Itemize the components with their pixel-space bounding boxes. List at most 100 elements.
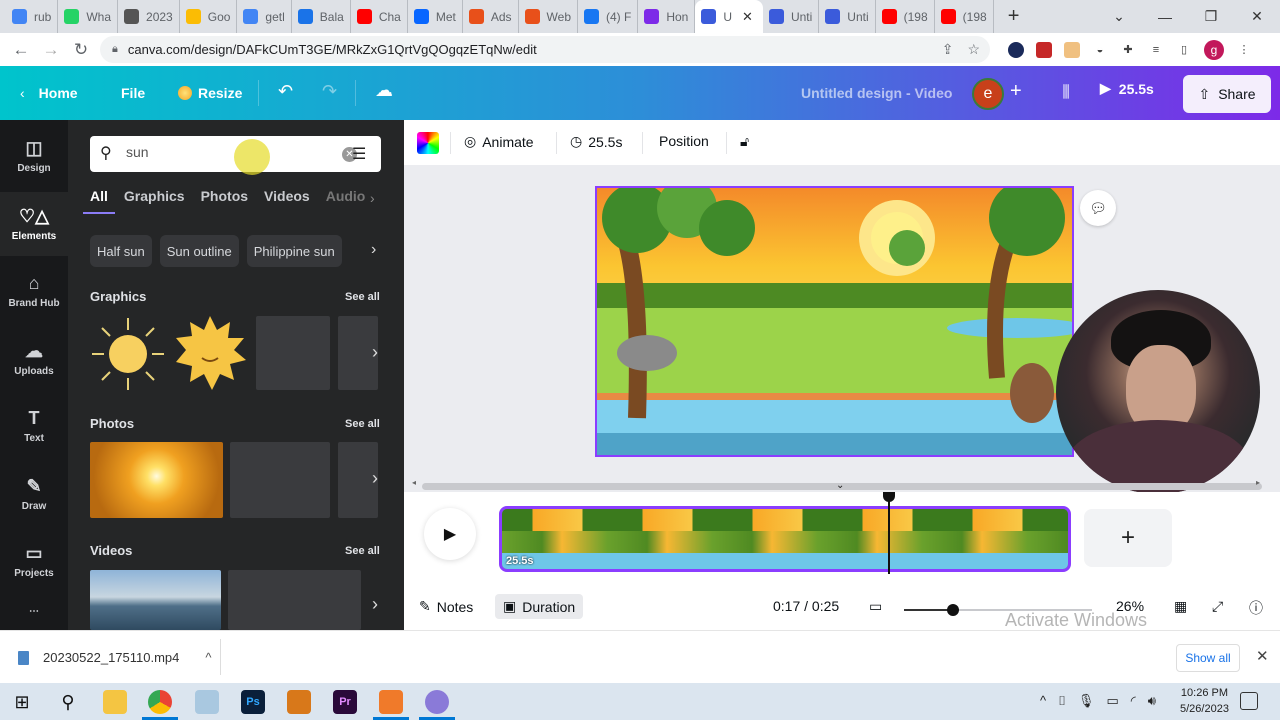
browser-tab[interactable]: (4) F [578, 0, 639, 33]
file-menu-button[interactable]: File [121, 85, 145, 101]
browser-tab[interactable]: Cha [351, 0, 408, 33]
suggestion-chip[interactable]: Philippine sun [246, 235, 342, 267]
rail-item-text[interactable]: T Text [0, 394, 68, 458]
notification-center-icon[interactable] [1240, 692, 1258, 710]
tab-videos[interactable]: Videos [264, 188, 310, 204]
graphics-see-all-link[interactable]: See all [345, 291, 380, 303]
browser-tab[interactable]: (198 [935, 0, 994, 33]
tab-audio[interactable]: Audio [326, 188, 366, 204]
video-clip[interactable]: 25.5s [499, 506, 1071, 572]
timeline-play-button[interactable]: ▶ [424, 508, 476, 560]
screen-recorder-icon[interactable] [379, 690, 403, 714]
zoom-slider-handle[interactable] [946, 604, 959, 616]
rail-item-elements[interactable]: ♡△ Elements [0, 191, 68, 256]
duration-button[interactable]: ◷ 25.5s [570, 133, 622, 150]
suggestion-chip[interactable]: Sun outline [159, 235, 239, 267]
collapse-timeline-icon[interactable]: ⌄ [836, 480, 844, 491]
more-menu-icon[interactable]: ⋮ [1236, 42, 1252, 58]
rail-item-brand-hub[interactable]: ⌂ Brand Hub [0, 259, 68, 323]
photos-next-icon[interactable]: › [372, 468, 378, 489]
camera-icon[interactable]: ⌷ [1058, 693, 1066, 709]
close-download-bar-icon[interactable]: ✕ [1256, 647, 1269, 665]
tab-photos[interactable]: Photos [201, 188, 248, 204]
close-window-button[interactable]: ✕ [1234, 8, 1280, 25]
design-canvas[interactable] [595, 186, 1074, 457]
insights-icon[interactable]: ⫼ [1047, 74, 1085, 112]
microphone-icon[interactable]: 🎙︎ [1078, 693, 1095, 709]
browser-tab[interactable]: Bala [292, 0, 351, 33]
videos-see-all-link[interactable]: See all [345, 545, 380, 557]
new-tab-button[interactable]: + [1008, 5, 1020, 28]
extension-icon[interactable] [1008, 41, 1024, 58]
profile-avatar[interactable]: g [1204, 39, 1224, 60]
color-picker-button[interactable] [417, 132, 439, 154]
browser-tab[interactable]: Web [519, 0, 578, 33]
rail-item-draw[interactable]: ✎ Draw [0, 462, 68, 526]
bookmark-star-icon[interactable]: ☆ [967, 41, 980, 58]
rail-item-uploads[interactable]: ☁ Uploads [0, 327, 68, 391]
forward-button[interactable]: → [36, 40, 66, 60]
sun-photo-thumbnail[interactable] [90, 442, 223, 518]
ocean-video-thumbnail[interactable] [90, 570, 221, 630]
videos-next-icon[interactable]: › [372, 594, 378, 615]
close-tab-icon[interactable]: ✕ [742, 9, 753, 25]
url-input[interactable]: 🔒︎ canva.com/design/DAFkCUmT3GE/MRkZxG1Q… [100, 36, 990, 63]
redo-icon[interactable]: ↷ [322, 81, 337, 102]
restore-button[interactable]: ❐ [1188, 8, 1234, 25]
unlock-icon[interactable]: 🔓︎ [740, 133, 749, 150]
show-all-downloads-button[interactable]: Show all [1176, 644, 1240, 672]
browser-tab[interactable]: U ✕ [695, 0, 763, 33]
share-page-icon[interactable]: ⇪ [942, 41, 954, 58]
help-icon[interactable]: ⓘ [1249, 598, 1263, 618]
add-comment-button[interactable]: 💬︎ [1080, 190, 1116, 226]
extension-icon[interactable] [1036, 41, 1052, 58]
photo-thumbnail[interactable] [230, 442, 330, 518]
battery-icon[interactable]: ▭ [1106, 693, 1118, 709]
browser-tab[interactable]: 2023 [118, 0, 180, 33]
media-control-icon[interactable]: ≡ [1148, 42, 1164, 58]
file-explorer-icon[interactable] [103, 690, 127, 714]
tab-all[interactable]: All [83, 188, 115, 214]
rail-item-projects[interactable]: ▭ Projects [0, 529, 68, 593]
show-hidden-icons[interactable]: ^ [1040, 693, 1046, 709]
tabs-next-icon[interactable]: › [370, 190, 375, 206]
photos-see-all-link[interactable]: See all [345, 418, 380, 430]
page-view-icon[interactable]: ▭ [869, 598, 882, 615]
chips-next-icon[interactable]: › [371, 241, 376, 259]
cloud-saved-icon[interactable]: ☁ [375, 80, 393, 101]
premiere-pro-icon[interactable]: Pr [333, 690, 357, 714]
notepad-icon[interactable] [195, 690, 219, 714]
extension-icon[interactable]: ◒ [1092, 42, 1108, 58]
photoshop-icon[interactable]: Ps [241, 690, 265, 714]
document-title[interactable]: Untitled design - Video [801, 85, 952, 101]
search-icon[interactable]: ⚲ [56, 690, 80, 714]
extension-icon[interactable] [1064, 41, 1080, 58]
browser-tab[interactable]: rub [6, 0, 59, 33]
browser-tab[interactable]: Unti [819, 0, 876, 33]
tab-search-icon[interactable]: ⌄ [1096, 8, 1142, 25]
graphics-next-icon[interactable]: › [372, 342, 378, 363]
suggestion-chip[interactable]: Half sun [90, 235, 152, 267]
browser-tab[interactable]: (198 [876, 0, 935, 33]
scroll-left-icon[interactable]: ◂ [412, 478, 416, 487]
home-button[interactable]: ‹ Home [20, 85, 78, 101]
grid-view-icon[interactable]: ▦ [1174, 598, 1187, 615]
playhead[interactable] [887, 492, 890, 574]
collaborator-avatar[interactable]: e [972, 78, 1004, 110]
position-button[interactable]: Position [659, 133, 709, 149]
search-box[interactable]: ⚲ ✕ ☰ [90, 136, 381, 175]
scroll-right-icon[interactable]: ▸ [1256, 478, 1260, 487]
filter-icon[interactable]: ☰ [352, 144, 366, 164]
sun-outline-graphic[interactable] [90, 316, 166, 392]
duration-toggle-button[interactable]: ▣ Duration [495, 594, 584, 619]
undo-icon[interactable]: ↶ [278, 81, 293, 102]
browser-tab[interactable]: Ads [463, 0, 519, 33]
browser-tab[interactable]: getl [237, 0, 292, 33]
chevron-up-icon[interactable]: ^ [205, 650, 211, 665]
graphic-thumbnail[interactable] [256, 316, 330, 390]
browser-tab[interactable]: Unti [763, 0, 820, 33]
minimize-button[interactable]: — [1142, 9, 1188, 25]
chrome-icon[interactable] [148, 690, 172, 714]
share-button[interactable]: ⇧ Share [1183, 75, 1271, 113]
browser-tab[interactable]: Hon [638, 0, 696, 33]
